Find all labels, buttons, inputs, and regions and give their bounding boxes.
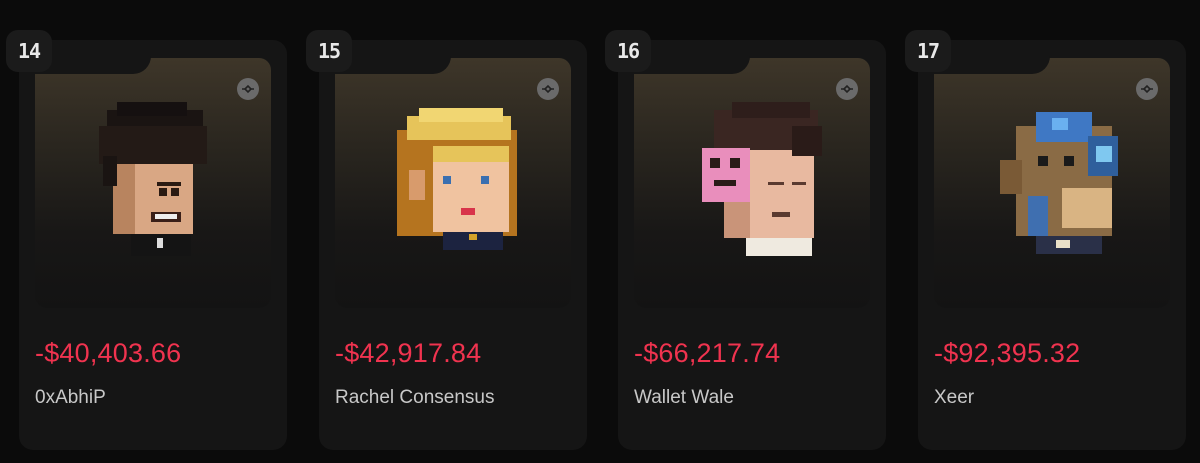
link-icon[interactable] [1136,78,1158,100]
link-icon[interactable] [237,78,259,100]
rank-badge: 16 [605,30,651,72]
link-icon[interactable] [836,78,858,100]
pnl-value: -$66,217.74 [634,338,781,368]
leaderboard-card[interactable]: -$66,217.74 Wallet Wale [618,40,886,450]
trader-name[interactable]: Xeer [934,387,974,409]
pnl-value: -$92,395.32 [934,338,1081,368]
rank-badge: 14 [6,30,52,72]
robot-monkey-avatar-icon [1000,112,1118,254]
trader-name[interactable]: Rachel Consensus [335,387,494,409]
avatar-frame [335,58,571,308]
link-icon[interactable] [537,78,559,100]
trader-name[interactable]: Wallet Wale [634,387,734,409]
leaderboard-page: -$40,403.66 0xAbhiP -$42,917.84 Rachel C… [0,0,1200,463]
blonde-avatar-icon [397,108,517,250]
pnl-value: -$40,403.66 [35,338,182,368]
rank-badge: 15 [306,30,352,72]
leaderboard-card[interactable]: -$40,403.66 0xAbhiP [19,40,287,450]
curly-hair-avatar-icon [99,102,207,256]
leaderboard-card[interactable]: -$92,395.32 Xeer [918,40,1186,450]
leaderboard-card[interactable]: -$42,917.84 Rachel Consensus [319,40,587,450]
pink-mask-avatar-icon [702,102,822,256]
avatar-frame [934,58,1170,308]
avatar-frame [35,58,271,308]
pnl-value: -$42,917.84 [335,338,482,368]
avatar-frame [634,58,870,308]
rank-badge: 17 [905,30,951,72]
trader-name[interactable]: 0xAbhiP [35,387,106,409]
